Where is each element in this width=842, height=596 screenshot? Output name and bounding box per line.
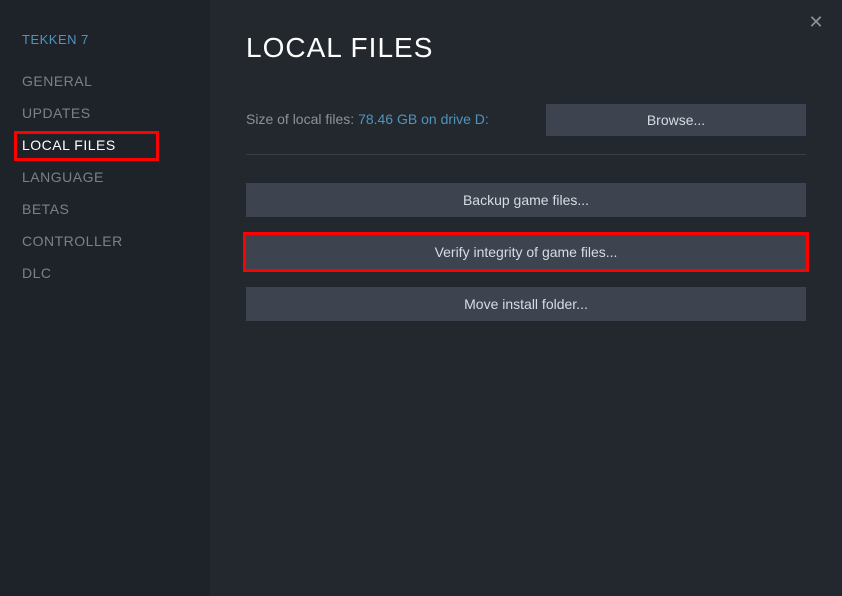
- size-value[interactable]: 78.46 GB on drive D:: [358, 111, 489, 127]
- sidebar-item-local-files[interactable]: LOCAL FILES: [0, 129, 210, 161]
- close-icon: ✕: [808, 12, 823, 33]
- backup-button[interactable]: Backup game files...: [246, 183, 806, 217]
- close-button[interactable]: ✕: [806, 12, 826, 32]
- sidebar-item-dlc[interactable]: DLC: [0, 257, 210, 289]
- sidebar-item-betas[interactable]: BETAS: [0, 193, 210, 225]
- move-button[interactable]: Move install folder...: [246, 287, 806, 321]
- page-title: LOCAL FILES: [246, 32, 806, 64]
- sidebar: TEKKEN 7 GENERAL UPDATES LOCAL FILES LAN…: [0, 0, 210, 596]
- main-panel: ✕ LOCAL FILES Size of local files: 78.46…: [210, 0, 842, 596]
- sidebar-item-language[interactable]: LANGUAGE: [0, 161, 210, 193]
- info-row: Size of local files: 78.46 GB on drive D…: [246, 104, 806, 136]
- size-label: Size of local files:: [246, 111, 358, 127]
- divider: [246, 154, 806, 155]
- verify-button[interactable]: Verify integrity of game files...: [246, 235, 806, 269]
- sidebar-item-general[interactable]: GENERAL: [0, 65, 210, 97]
- sidebar-item-controller[interactable]: CONTROLLER: [0, 225, 210, 257]
- size-info: Size of local files: 78.46 GB on drive D…: [246, 111, 489, 129]
- browse-button[interactable]: Browse...: [546, 104, 806, 136]
- sidebar-item-updates[interactable]: UPDATES: [0, 97, 210, 129]
- game-title: TEKKEN 7: [0, 32, 210, 65]
